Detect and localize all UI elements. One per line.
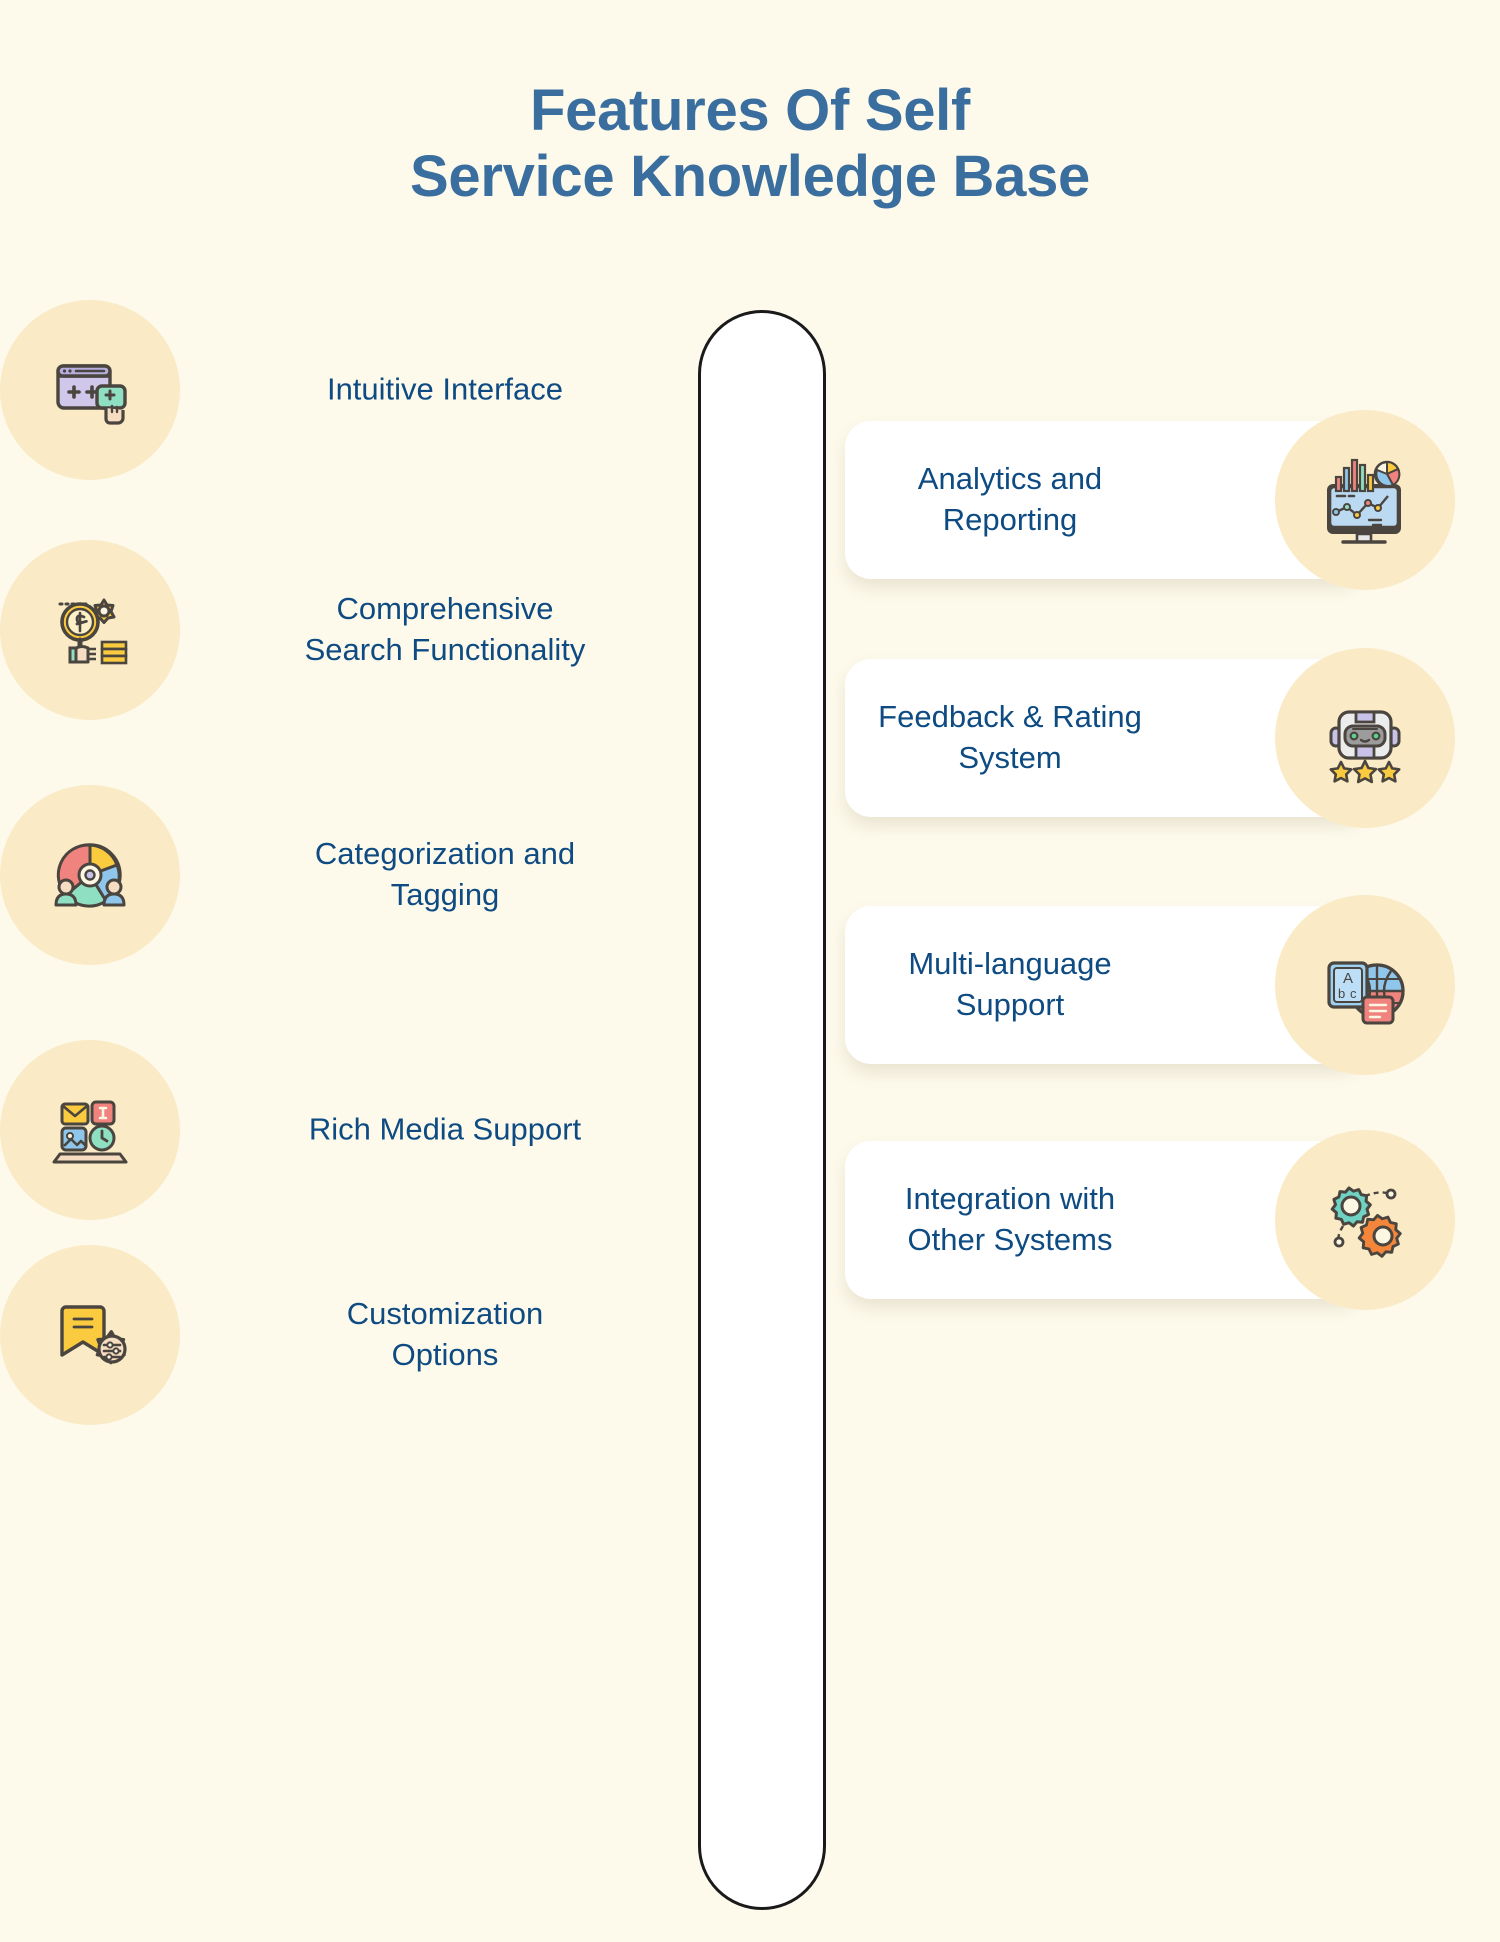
feature-row-analytics-reporting[interactable]: Analytics and Reporting bbox=[800, 410, 1500, 590]
robot-stars-icon bbox=[1315, 688, 1415, 788]
abc-globe-icon: A b c bbox=[1315, 935, 1415, 1035]
feature-row-intuitive-interface[interactable]: Intuitive Interface bbox=[0, 300, 700, 480]
feature-icon-bubble bbox=[0, 300, 180, 480]
feature-label: Integration with Other Systems bbox=[904, 1181, 1116, 1257]
feature-label: Customization Options bbox=[346, 1296, 544, 1372]
bookmark-gear-icon bbox=[40, 1285, 140, 1385]
feature-label: Intuitive Interface bbox=[326, 371, 564, 407]
feature-icon-bubble: A b c bbox=[1275, 895, 1455, 1075]
infographic-page: Features Of Self Service Knowledge Base bbox=[0, 0, 1500, 1942]
feature-row-rich-media-support[interactable]: Rich Media Support bbox=[0, 1040, 700, 1220]
page-title-line-2: Service Knowledge Base bbox=[409, 143, 1091, 209]
pie-people-icon bbox=[40, 825, 140, 925]
feature-row-customization-options[interactable]: Customization Options bbox=[0, 1245, 700, 1425]
feature-label: Rich Media Support bbox=[308, 1111, 582, 1147]
svg-text:c: c bbox=[1350, 986, 1357, 1001]
feature-icon-bubble bbox=[0, 785, 180, 965]
feature-icon-bubble bbox=[0, 1245, 180, 1425]
svg-text:b: b bbox=[1338, 986, 1345, 1001]
media-laptop-icon bbox=[40, 1080, 140, 1180]
feature-label: Feedback & Rating System bbox=[878, 699, 1142, 775]
svg-text:A: A bbox=[1343, 970, 1353, 987]
monitor-charts-icon bbox=[1313, 448, 1417, 552]
feature-label: Multi-language Support bbox=[908, 946, 1112, 1022]
page-title-line-1: Features Of Self bbox=[530, 78, 970, 143]
feature-row-categorization-tagging[interactable]: Categorization and Tagging bbox=[0, 785, 700, 965]
page-title: Features Of Self Service Knowledge Base bbox=[0, 78, 1500, 209]
feature-row-feedback-rating[interactable]: Feedback & Rating System bbox=[800, 648, 1500, 828]
magnifier-gear-coins-icon bbox=[40, 580, 140, 680]
browser-cursor-icon bbox=[42, 342, 138, 438]
feature-icon-bubble bbox=[1275, 410, 1455, 590]
feature-icon-bubble bbox=[1275, 648, 1455, 828]
feature-label: Analytics and Reporting bbox=[917, 461, 1103, 537]
feature-label: Comprehensive Search Functionality bbox=[304, 591, 586, 667]
feature-row-integration-other-systems[interactable]: Integration with Other Systems bbox=[800, 1130, 1500, 1310]
feature-icon-bubble bbox=[1275, 1130, 1455, 1310]
feature-row-comprehensive-search[interactable]: Comprehensive Search Functionality bbox=[0, 540, 700, 720]
feature-icon-bubble bbox=[0, 540, 180, 720]
feature-label: Categorization and Tagging bbox=[314, 836, 576, 912]
feature-row-multi-language-support[interactable]: A b c Multi-language Support bbox=[800, 895, 1500, 1075]
gears-network-icon bbox=[1315, 1170, 1415, 1270]
feature-icon-bubble bbox=[0, 1040, 180, 1220]
